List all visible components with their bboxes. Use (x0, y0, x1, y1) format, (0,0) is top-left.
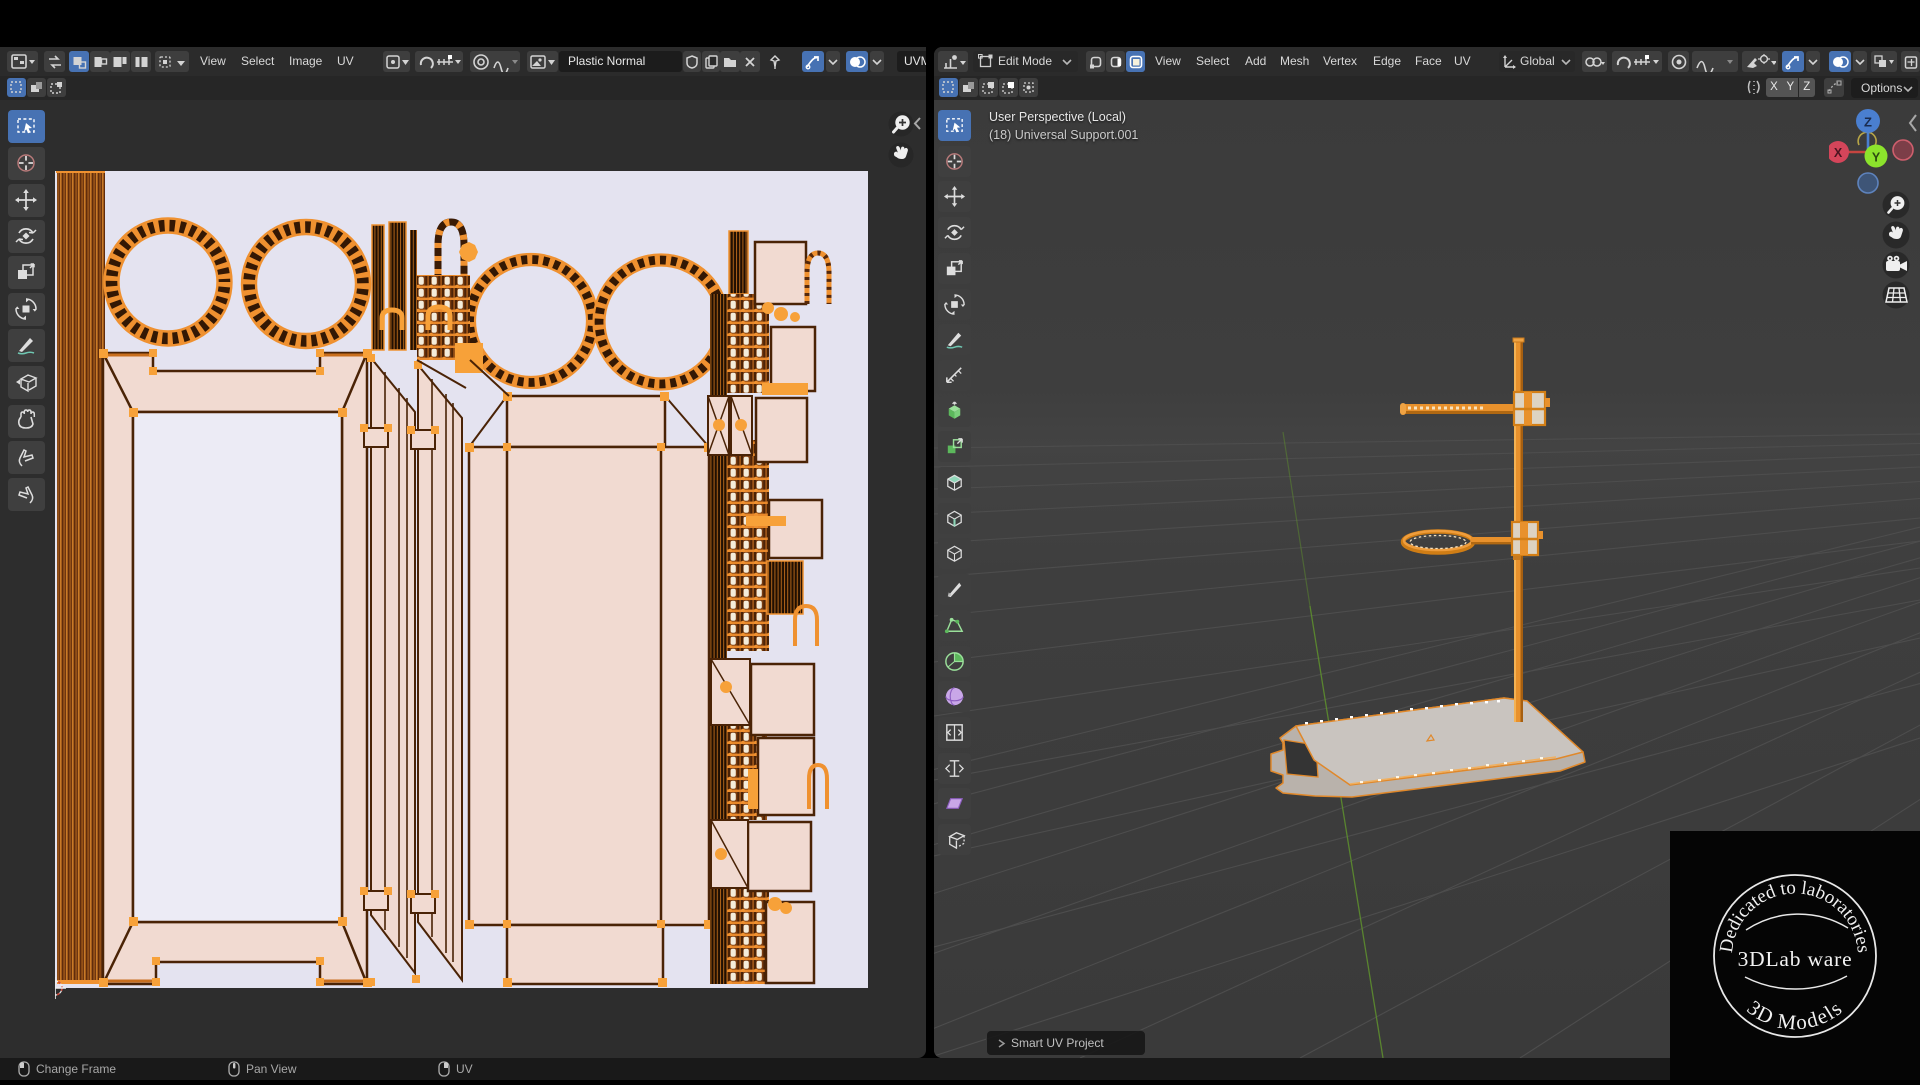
svg-text:Y: Y (1872, 151, 1881, 165)
svg-text:Dedicated to laboratories: Dedicated to laboratories (1716, 877, 1874, 954)
svg-text:Z: Z (1864, 115, 1872, 130)
svg-text:X: X (1834, 146, 1843, 160)
svg-text:3DLab ware: 3DLab ware (1738, 947, 1853, 971)
